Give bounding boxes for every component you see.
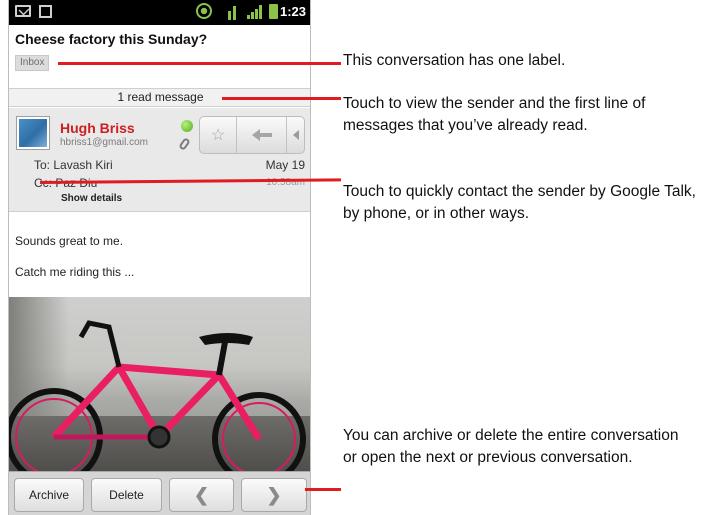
reply-icon: [251, 129, 272, 141]
show-details-link[interactable]: Show details: [61, 193, 122, 204]
annotation-contact: Touch to quickly contact the sender by G…: [343, 183, 696, 222]
menu-arrow-icon: [292, 130, 299, 140]
previous-conversation-button[interactable]: ❮: [169, 478, 234, 512]
annotation-label: This conversation has one label.: [343, 52, 566, 69]
star-icon: ☆: [210, 127, 226, 144]
presence-indicator-icon: [181, 120, 193, 132]
gps-icon: [196, 3, 212, 19]
attachment-icon: [178, 137, 191, 151]
sender-email: hbriss1@gmail.com: [60, 137, 148, 148]
message-date: May 19: [265, 158, 305, 172]
message-header: Hugh Briss hbriss1@gmail.com ☆ To: Lavas…: [9, 108, 310, 212]
callout-line-read: [222, 97, 341, 100]
label-chip-inbox[interactable]: Inbox: [15, 55, 50, 71]
mail-icon: [15, 5, 31, 17]
to-recipients: To: Lavash Kiri: [34, 158, 113, 172]
conversation-subject: Cheese factory this Sunday?: [15, 31, 208, 47]
archive-button[interactable]: Archive: [14, 478, 84, 512]
message-action-buttons: ☆: [199, 116, 305, 154]
delete-button[interactable]: Delete: [91, 478, 162, 512]
annotation-read: Touch to view the sender and the first l…: [343, 95, 646, 134]
message-body-line: Catch me riding this ...: [15, 265, 135, 279]
chevron-left-icon: ❮: [193, 485, 210, 505]
more-actions-button[interactable]: [287, 117, 304, 153]
next-conversation-button[interactable]: ❯: [241, 478, 307, 512]
signal-icon: [247, 5, 263, 19]
battery-icon: [269, 4, 278, 19]
bottom-action-bar: Archive Delete ❮ ❯: [9, 471, 310, 515]
sender-avatar[interactable]: [17, 117, 49, 149]
reply-button[interactable]: [237, 117, 287, 153]
attached-photo[interactable]: [9, 297, 310, 471]
sync-icon: [228, 5, 238, 20]
star-button[interactable]: ☆: [200, 117, 237, 153]
message-body-line: Sounds great to me.: [15, 234, 124, 248]
bicycle-image: [9, 320, 306, 471]
annotation-bottom: You can archive or delete the entire con…: [343, 427, 679, 466]
status-time: 1:23: [279, 4, 306, 19]
phone-screen: 1:23 Cheese factory this Sunday? Inbox 1…: [8, 0, 311, 515]
sender-name: Hugh Briss: [60, 120, 135, 136]
calendar-icon: [39, 5, 52, 18]
callout-line-label: [58, 62, 341, 65]
status-bar: 1:23: [9, 0, 310, 25]
chevron-right-icon: ❯: [266, 485, 282, 505]
callout-line-bottom: [305, 488, 341, 491]
